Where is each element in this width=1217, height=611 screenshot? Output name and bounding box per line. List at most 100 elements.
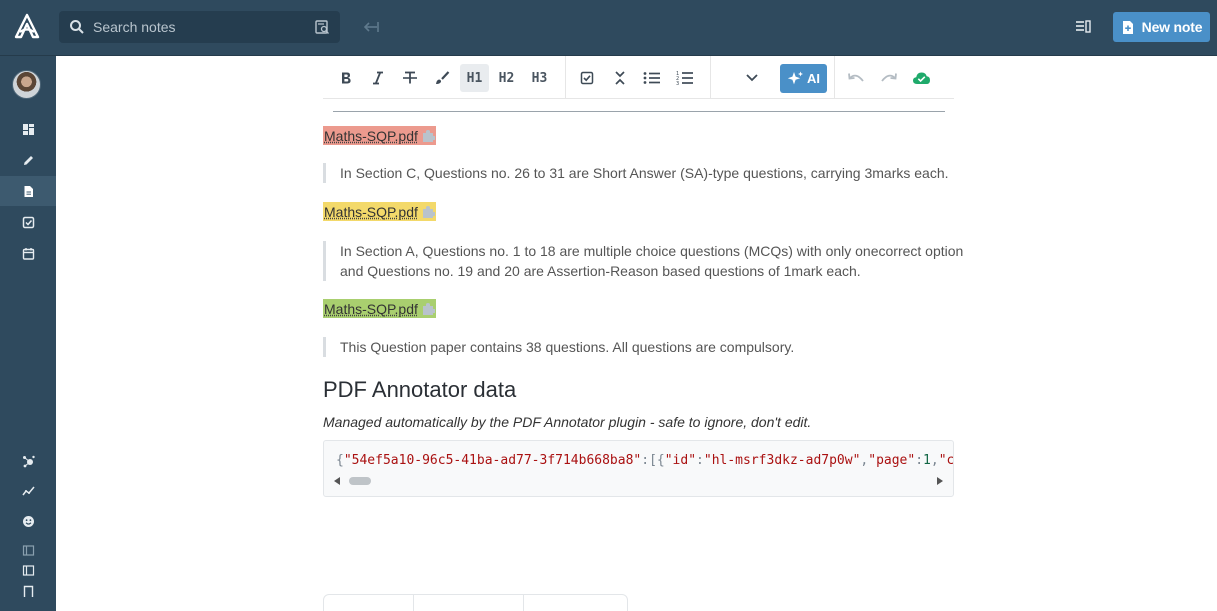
- heading-2-label: H2: [498, 70, 515, 86]
- right-panel-icon: [22, 564, 34, 576]
- checkbox-icon: [580, 71, 593, 85]
- sidebar-item-write[interactable]: [0, 145, 56, 175]
- sidebar: [0, 56, 56, 611]
- sidebar-item-analytics[interactable]: [0, 476, 56, 506]
- code-token: "page": [868, 453, 916, 468]
- sync-status-button[interactable]: [907, 64, 936, 92]
- checklist-button[interactable]: [572, 64, 601, 92]
- code-token: 1: [923, 453, 931, 468]
- smile-icon: [22, 515, 34, 527]
- code-token: ,: [930, 453, 939, 468]
- scroll-left-arrow[interactable]: [334, 477, 340, 485]
- avatar[interactable]: [12, 70, 41, 99]
- code-token: :: [915, 453, 924, 468]
- heading-2-button[interactable]: H2: [492, 64, 521, 92]
- annotation-link[interactable]: Maths-SQP.pdf: [323, 299, 436, 318]
- bullet-list-button[interactable]: [637, 64, 666, 92]
- top-bar: New note: [0, 0, 1217, 56]
- code-token: "id": [664, 453, 697, 468]
- numbered-list-icon: 1 2 3: [676, 71, 693, 86]
- code-block[interactable]: {"54ef5a10-96c5-41ba-ad77-3f714b668ba8":…: [323, 440, 954, 497]
- code-token: "54ef5a10-96c5-41ba-ad77-3f714b668ba8": [343, 453, 642, 468]
- chevron-down-icon: [745, 74, 758, 82]
- code-token: :: [641, 453, 650, 468]
- code-token: [{: [649, 453, 665, 468]
- code-token: "hl-msrf3dkz-ad7p0w": [703, 453, 861, 468]
- puzzle-icon: [422, 130, 435, 142]
- annotation-quote-text: In Section C, Questions no. 26 to 31 are…: [340, 165, 949, 181]
- sidebar-item-tasks[interactable]: [0, 207, 56, 237]
- bold-button[interactable]: [331, 64, 360, 92]
- bold-icon: [341, 72, 351, 84]
- redo-button[interactable]: [874, 64, 903, 92]
- brush-icon: [435, 71, 449, 85]
- heading-1-button[interactable]: H1: [460, 64, 489, 92]
- search-bar[interactable]: [59, 11, 340, 43]
- code-token: {: [336, 453, 344, 468]
- sidebar-item-ai[interactable]: [0, 506, 56, 536]
- code-token: :: [696, 453, 704, 468]
- document-icon: [24, 185, 33, 197]
- annotation-quote-text: This Question paper contains 38 question…: [340, 339, 795, 355]
- ai-label: AI: [807, 71, 820, 86]
- tasks-icon: [22, 216, 34, 228]
- scroll-right-arrow[interactable]: [937, 477, 943, 485]
- pencil-icon: [23, 155, 33, 165]
- calendar-icon: [22, 247, 34, 260]
- strikethrough-button[interactable]: [395, 64, 424, 92]
- collapse-sidebar-icon[interactable]: [362, 19, 380, 35]
- annotation-file-name[interactable]: Maths-SQP.pdf: [324, 204, 418, 220]
- sidebar-item-bookmark[interactable]: [0, 576, 56, 606]
- bullet-list-icon: [643, 72, 660, 84]
- puzzle-icon: [422, 206, 435, 218]
- app-logo-icon[interactable]: [12, 12, 42, 42]
- annotation-link[interactable]: Maths-SQP.pdf: [323, 126, 436, 145]
- italic-icon: [372, 71, 383, 85]
- toggle-layout-icon[interactable]: [1074, 19, 1092, 35]
- ai-button[interactable]: AI: [780, 64, 827, 93]
- annotation-link[interactable]: Maths-SQP.pdf: [323, 202, 436, 221]
- highlight-button[interactable]: [427, 64, 456, 92]
- code-token: "colo: [938, 453, 954, 468]
- collapse-button[interactable]: [605, 64, 634, 92]
- undo-button[interactable]: [841, 64, 870, 92]
- undo-icon: [847, 73, 864, 82]
- annotation-file-name[interactable]: Maths-SQP.pdf: [324, 301, 418, 317]
- numbered-list-button[interactable]: 1 2 3: [670, 64, 699, 92]
- toolbar-divider: [710, 56, 711, 99]
- annotation-quote-line: and Questions no. 19 and 20 are Assertio…: [340, 263, 861, 279]
- annotation-quote-line: In Section A, Questions no. 1 to 18 are …: [340, 243, 964, 259]
- new-note-button[interactable]: New note: [1113, 12, 1210, 42]
- bottom-panel-tabs: [323, 594, 628, 611]
- search-input[interactable]: [93, 11, 303, 43]
- code-line: {"54ef5a10-96c5-41ba-ad77-3f714b668ba8":…: [336, 453, 954, 468]
- bookmark-icon: [23, 585, 33, 597]
- sidebar-item-calendar[interactable]: [0, 238, 56, 268]
- editor-toolbar: H1 H2 H3 1 2 3 AI: [323, 56, 954, 99]
- search-icon: [70, 20, 84, 34]
- advanced-search-icon[interactable]: [314, 19, 330, 35]
- new-note-icon: [1122, 20, 1133, 34]
- editor-divider: [333, 111, 945, 112]
- puzzle-icon: [422, 303, 435, 315]
- collapse-icon: [614, 71, 625, 85]
- sidebar-item-dashboard[interactable]: [0, 114, 56, 144]
- sidebar-item-notes[interactable]: [0, 176, 56, 206]
- italic-button[interactable]: [363, 64, 392, 92]
- redo-icon: [880, 73, 897, 82]
- dashboard-icon: [22, 123, 34, 135]
- heading-3-button[interactable]: H3: [525, 64, 554, 92]
- more-options-button[interactable]: [737, 64, 766, 92]
- new-note-label: New note: [1141, 19, 1203, 35]
- graph-icon: [22, 455, 35, 467]
- svg-text:3: 3: [676, 81, 679, 86]
- sparkle-icon: [787, 71, 803, 85]
- horizontal-scrollbar-thumb[interactable]: [349, 477, 371, 485]
- section-heading: PDF Annotator data: [323, 377, 517, 402]
- tab-divider: [413, 595, 414, 611]
- annotation-quote: In Section A, Questions no. 1 to 18 are …: [323, 241, 963, 281]
- analytics-icon: [21, 486, 35, 495]
- annotation-file-name[interactable]: Maths-SQP.pdf: [324, 128, 418, 144]
- sidebar-item-graph[interactable]: [0, 446, 56, 476]
- annotation-quote: This Question paper contains 38 question…: [323, 337, 794, 357]
